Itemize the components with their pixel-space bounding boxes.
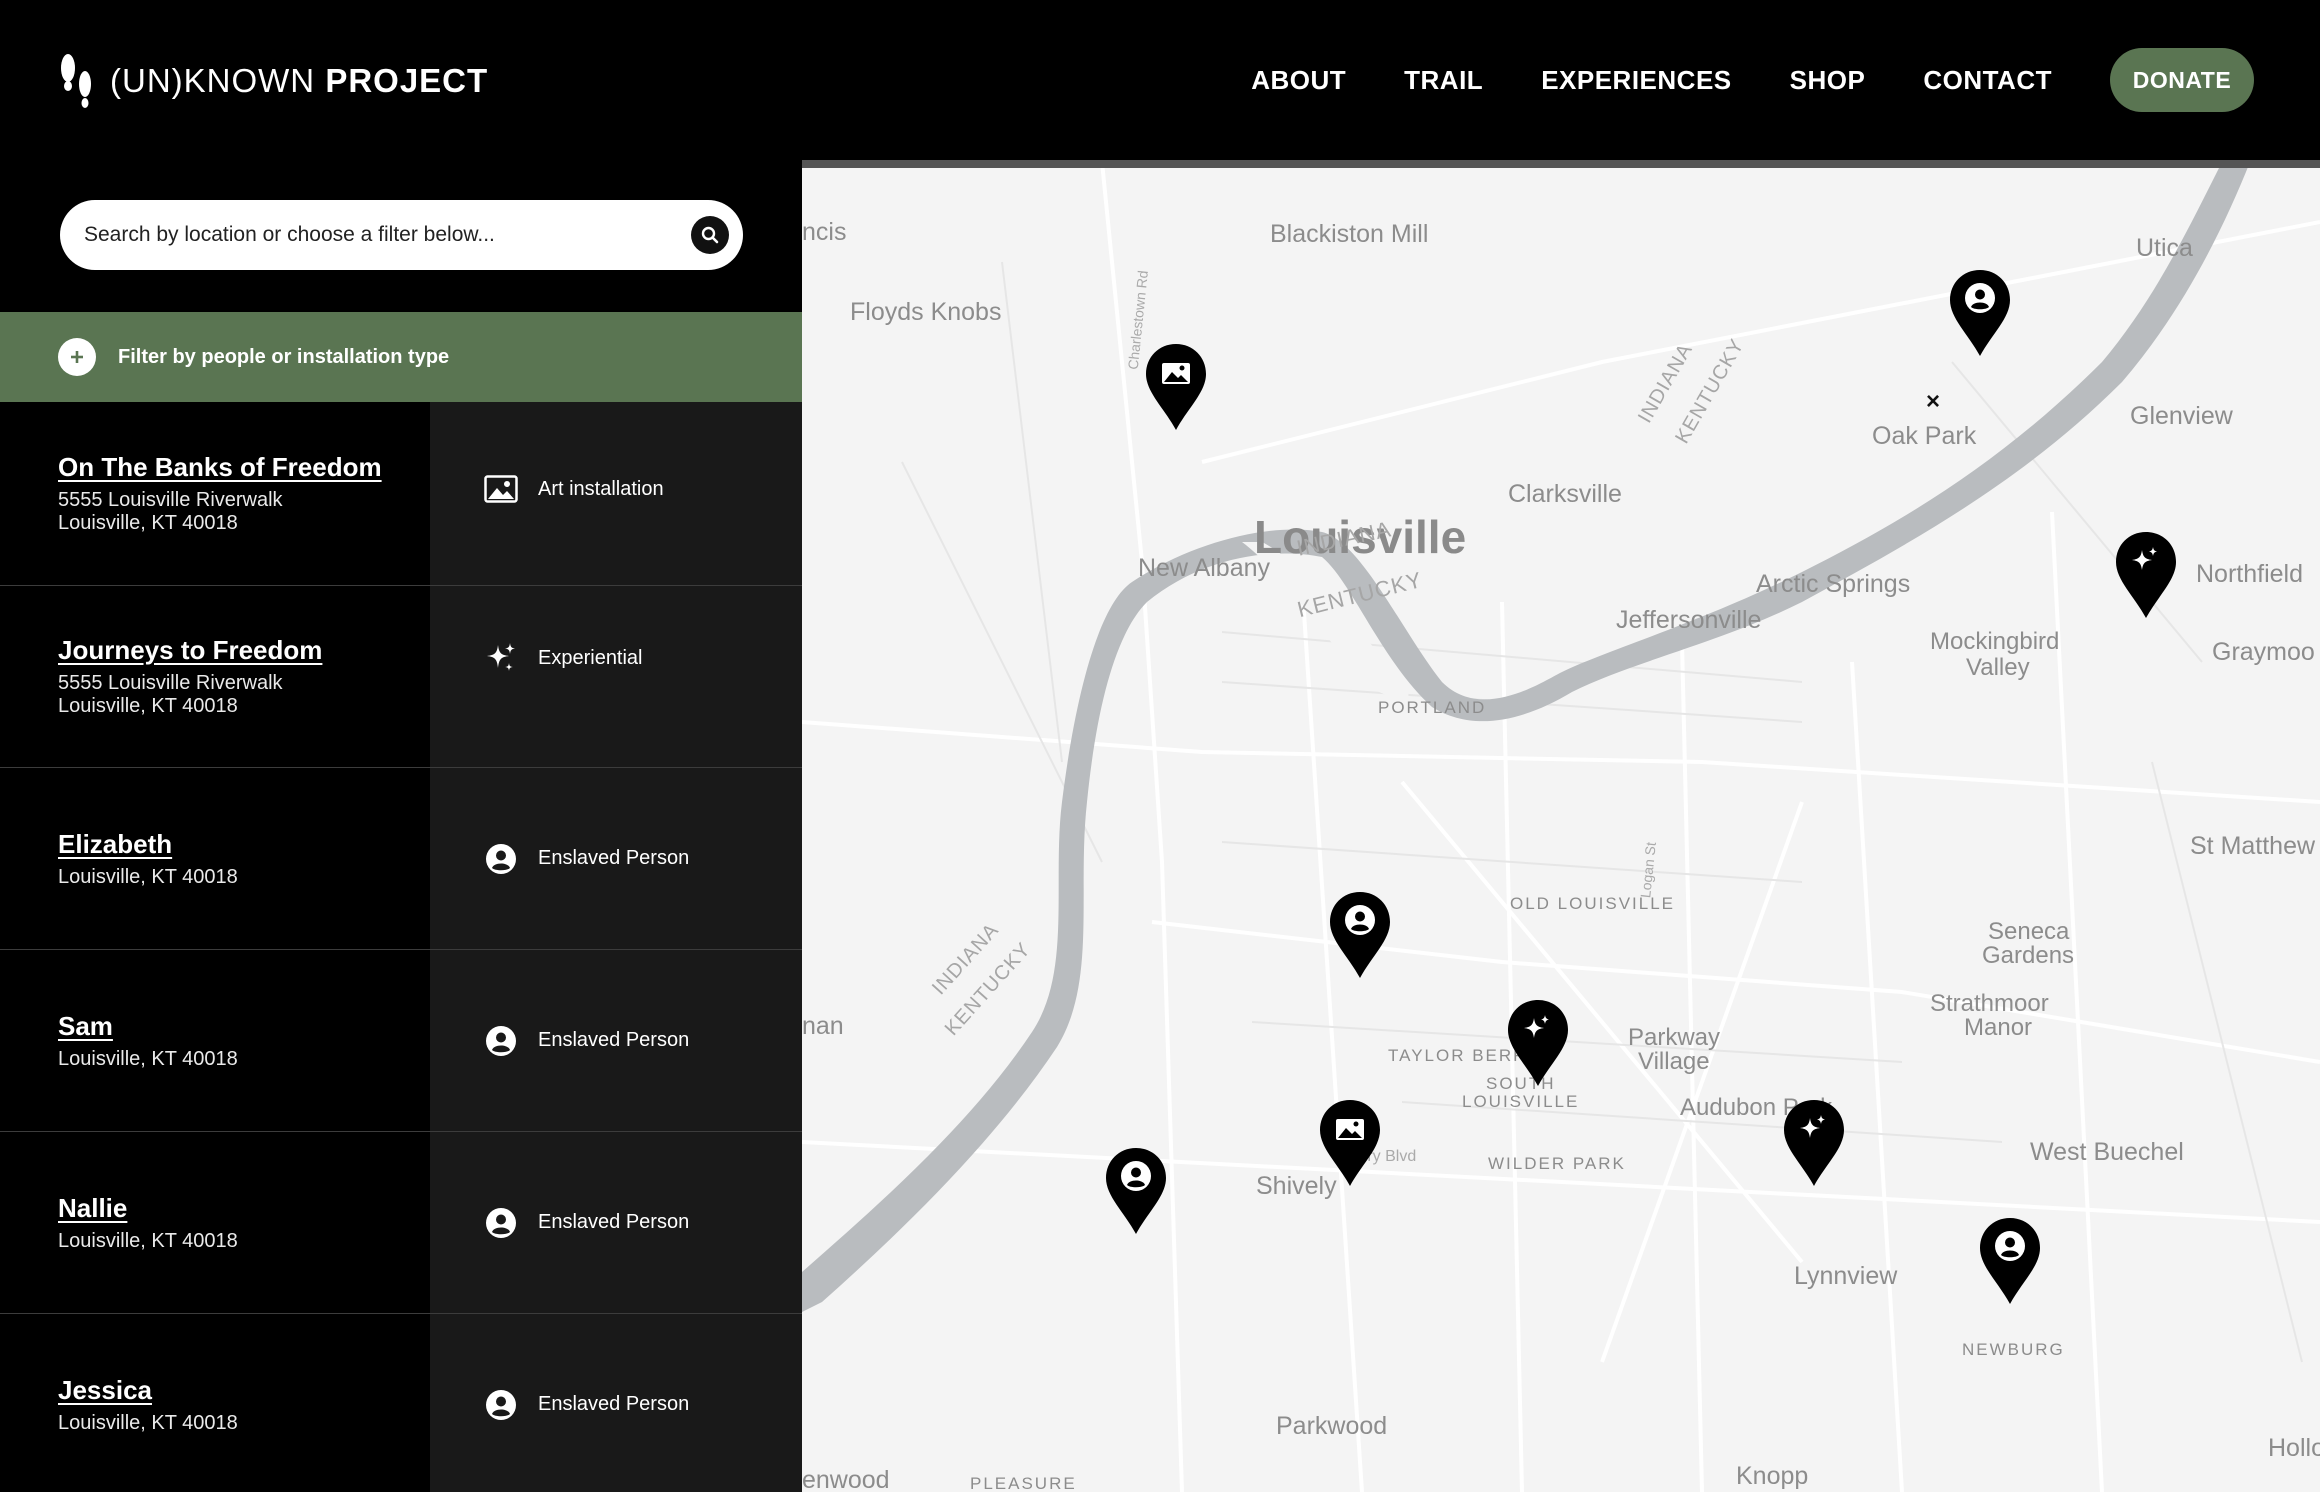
location-title[interactable]: Elizabeth: [58, 829, 430, 860]
nav-about[interactable]: ABOUT: [1251, 65, 1346, 96]
nav-shop[interactable]: SHOP: [1790, 65, 1866, 96]
map-pin-image[interactable]: [1318, 1098, 1382, 1188]
map-label-jeffersonville: Jeffersonville: [1616, 606, 1762, 634]
map-label-stmatthews: St Matthew: [2190, 832, 2316, 860]
list-item[interactable]: Jessica Louisville, KT 40018 Enslaved Pe…: [0, 1314, 802, 1492]
map-label-knopp: Knopp: [1736, 1462, 1809, 1490]
map-label-glenview: Glenview: [2130, 402, 2233, 430]
location-type: Enslaved Person: [538, 1029, 690, 1051]
person-icon: [484, 842, 518, 876]
search-input[interactable]: [84, 200, 664, 270]
location-title[interactable]: Nallie: [58, 1193, 430, 1224]
location-type: Enslaved Person: [538, 1211, 690, 1233]
list-item[interactable]: Elizabeth Louisville, KT 40018 Enslaved …: [0, 768, 802, 950]
plus-icon: [58, 338, 96, 376]
map-label-mockingbird-2: Valley: [1966, 654, 2030, 681]
map-label-wilderpark: WILDER PARK: [1488, 1154, 1626, 1173]
map-label-lynnview: Lynnview: [1794, 1262, 1898, 1290]
list-item[interactable]: Nallie Louisville, KT 40018 Enslaved Per…: [0, 1132, 802, 1314]
map-label-clarksville: Clarksville: [1508, 480, 1622, 508]
list-item[interactable]: Sam Louisville, KT 40018 Enslaved Person: [0, 950, 802, 1132]
sparkle-icon: [484, 641, 518, 675]
site-header: (UN)KNOWN PROJECT ABOUT TRAIL EXPERIENCE…: [0, 0, 2320, 162]
map-label-floyds: Floyds Knobs: [850, 298, 1002, 326]
nav-trail[interactable]: TRAIL: [1404, 65, 1483, 96]
map-pin-sparkle[interactable]: [1506, 998, 1570, 1088]
map-label-northfield: Northfield: [2196, 560, 2303, 588]
search-box: [60, 200, 743, 270]
sidebar: Filter by people or installation type On…: [0, 162, 802, 1492]
main-nav: ABOUT TRAIL EXPERIENCES SHOP CONTACT DON…: [1251, 48, 2254, 112]
logo-text-bold: PROJECT: [325, 62, 489, 99]
nav-contact[interactable]: CONTACT: [1923, 65, 2052, 96]
map-pin-sparkle[interactable]: [1782, 1098, 1846, 1188]
map-label-graymoor: Graymoo: [2212, 638, 2315, 666]
list-item[interactable]: On The Banks of Freedom 5555 Louisville …: [0, 402, 802, 586]
map-label-seneca-2: Gardens: [1982, 942, 2075, 969]
map-label-mockingbird: Mockingbird: [1930, 628, 2060, 655]
person-icon: [484, 1206, 518, 1240]
filter-toggle[interactable]: Filter by people or installation type: [0, 312, 802, 402]
location-city: Louisville, KT 40018: [58, 695, 238, 717]
person-icon: [484, 1024, 518, 1058]
donate-button[interactable]: DONATE: [2110, 48, 2254, 112]
map-label-newalbany: New Albany: [1138, 554, 1271, 582]
map-label-westbuechel: West Buechel: [2030, 1138, 2184, 1166]
map-label-wood: enwood: [802, 1466, 890, 1492]
map-pin-person[interactable]: [1104, 1146, 1168, 1236]
map-label-pleasure: PLEASURE: [970, 1474, 1077, 1492]
map-pin-sparkle[interactable]: [2114, 530, 2178, 620]
search-button[interactable]: [691, 216, 729, 254]
map[interactable]: Louisville Blackiston Mill Floyds Knobs …: [802, 162, 2320, 1492]
location-city: Louisville, KT 40018: [58, 1229, 238, 1252]
list-item[interactable]: Journeys to Freedom 5555 Louisville Rive…: [0, 586, 802, 768]
location-type: Experiential: [538, 646, 643, 669]
map-label-arctic: Arctic Springs: [1756, 570, 1911, 598]
location-type: Art installation: [538, 477, 664, 500]
logo[interactable]: (UN)KNOWN PROJECT: [58, 46, 488, 116]
location-title[interactable]: Journeys to Freedom: [58, 635, 430, 666]
footprints-icon: [61, 54, 91, 108]
location-list: On The Banks of Freedom 5555 Louisville …: [0, 402, 802, 1492]
filter-label: Filter by people or installation type: [118, 345, 450, 368]
map-label-cis: ncis: [802, 218, 847, 246]
map-roads: [802, 162, 2320, 1492]
location-city: Louisville, KT 40018: [58, 1411, 238, 1434]
map-label-southlouisville-2: LOUISVILLE: [1462, 1092, 1580, 1111]
location-title[interactable]: On The Banks of Freedom: [58, 452, 430, 483]
map-pin-person[interactable]: [1978, 1216, 2042, 1306]
location-title[interactable]: Jessica: [58, 1375, 430, 1406]
map-pin-person[interactable]: [1328, 890, 1392, 980]
map-canvas[interactable]: [802, 162, 2320, 1492]
map-label-nan: nan: [802, 1012, 844, 1040]
map-pin-image[interactable]: [1144, 342, 1208, 432]
map-label-blackiston: Blackiston Mill: [1270, 220, 1429, 248]
close-icon[interactable]: ×: [1926, 388, 1940, 416]
location-city: Louisville, KT 40018: [58, 1047, 238, 1070]
map-label-oakpark: Oak Park: [1872, 422, 1977, 450]
location-address: 5555 Louisville Riverwalk: [58, 489, 283, 511]
location-city: Louisville, KT 40018: [58, 865, 238, 888]
search-icon: [701, 226, 719, 244]
nav-experiences[interactable]: EXPERIENCES: [1541, 65, 1731, 96]
map-label-utica: Utica: [2136, 234, 2193, 262]
map-label-parkway-2: Village: [1638, 1048, 1710, 1075]
logo-text-light: (UN)KNOWN: [110, 62, 316, 99]
location-type: Enslaved Person: [538, 847, 690, 869]
map-label-portland: PORTLAND: [1378, 698, 1487, 717]
map-label-newburg: NEWBURG: [1962, 1340, 2065, 1359]
location-city: Louisville, KT 40018: [58, 512, 238, 534]
map-top-border: [802, 160, 2320, 168]
location-title[interactable]: Sam: [58, 1011, 430, 1042]
map-label-holloway: Hollo: [2268, 1434, 2320, 1462]
image-icon: [484, 472, 518, 506]
person-icon: [484, 1388, 518, 1422]
location-type: Enslaved Person: [538, 1393, 690, 1415]
map-label-parkwood: Parkwood: [1276, 1412, 1388, 1440]
location-address: 5555 Louisville Riverwalk: [58, 672, 283, 694]
map-pin-person[interactable]: [1948, 268, 2012, 358]
map-label-strathmoor-2: Manor: [1964, 1014, 2033, 1041]
